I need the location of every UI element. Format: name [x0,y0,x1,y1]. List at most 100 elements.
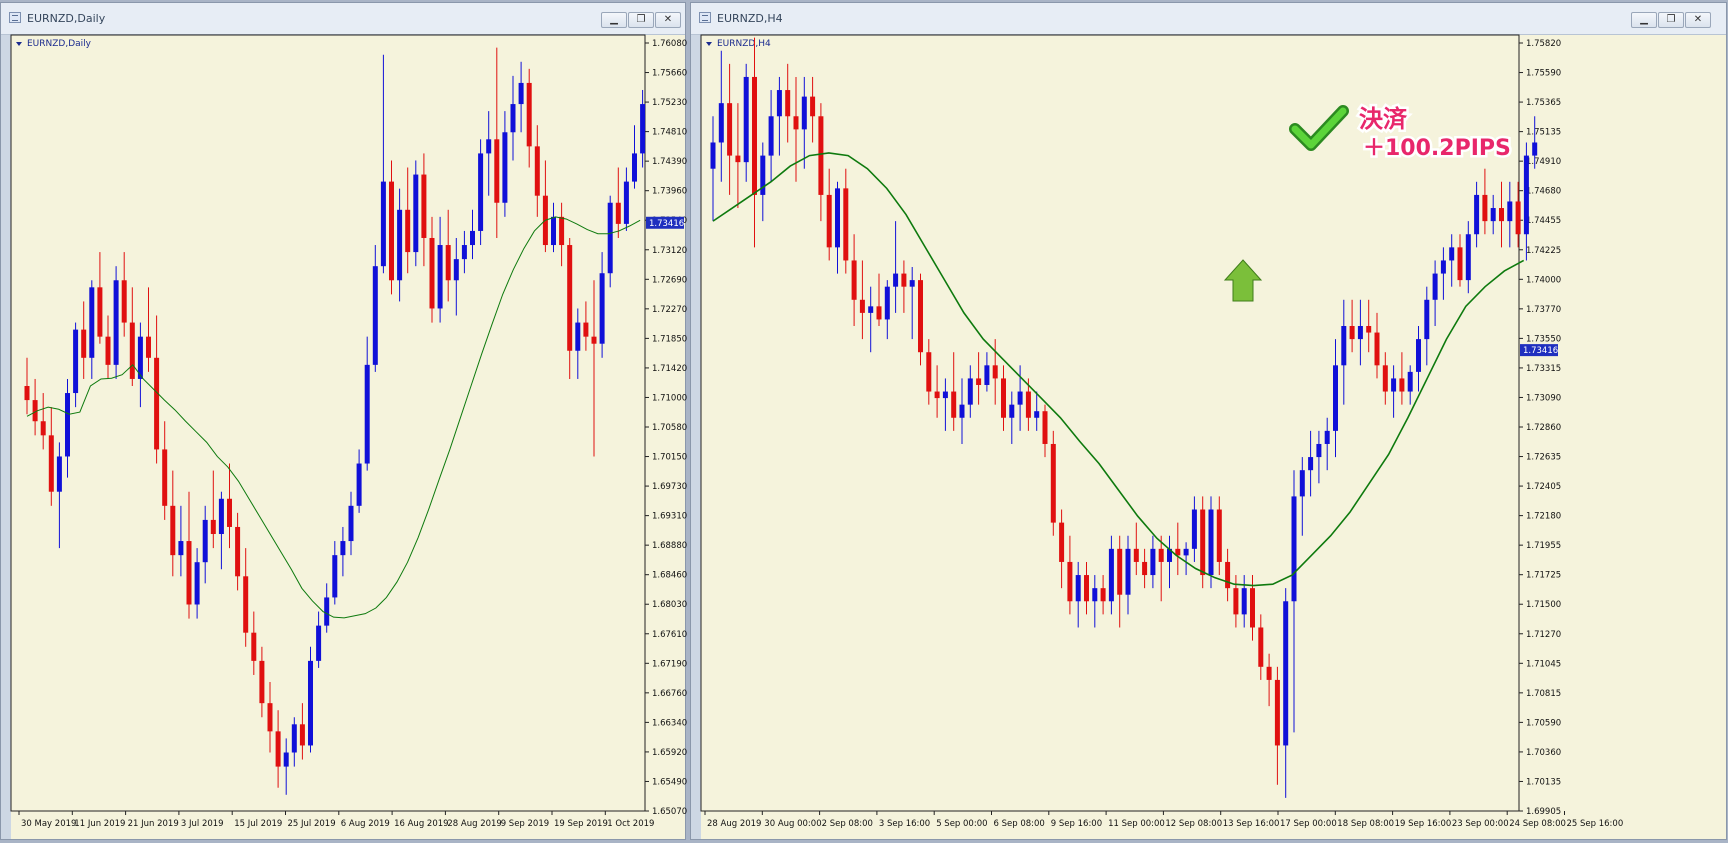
candle-body [1042,411,1048,444]
candle-body [146,336,151,358]
candle-body [951,391,957,418]
candle-body [1075,575,1081,602]
y-tick-label: 1.66340 [652,718,687,728]
candle-body [1059,522,1065,562]
candle-body [909,280,915,287]
candle-body [868,306,874,313]
y-tick-label: 1.68030 [652,600,687,610]
y-tick-label: 1.70815 [1526,689,1561,699]
y-tick-label: 1.70580 [652,423,687,433]
candle-body [768,116,774,156]
y-tick-label: 1.65070 [652,807,687,817]
y-tick-label: 1.68460 [652,571,687,581]
candle-body [186,541,192,605]
candle-body [1316,443,1322,458]
candle-body [56,456,62,492]
candle-body [818,116,824,195]
candle-body [1416,339,1421,372]
x-tick-label: 1 Oct 2019 [607,819,654,829]
candle-body [591,336,597,344]
candle-body [340,541,346,556]
x-tick-label: 18 Sep 08:00 [1337,819,1394,829]
candle-body [121,280,127,323]
candle-body [97,287,103,337]
plot-background [11,35,645,811]
candle-body [1067,561,1073,602]
candle-body [1158,548,1164,562]
y-tick-label: 1.71955 [1526,541,1561,551]
candle-body [243,576,249,633]
y-tick-label: 1.71850 [652,334,687,344]
y-tick-label: 1.73315 [1526,364,1561,374]
candle-body [926,352,932,392]
y-tick-label: 1.75135 [1526,128,1561,138]
y-tick-label: 1.70590 [1526,718,1561,728]
candle-body [893,273,899,287]
candle-body [1291,496,1297,602]
chart-area-daily[interactable]: EURNZD,Daily 1.76080 1.75660 1.75230 1.74810… [1,3,687,841]
candle-body [851,260,857,300]
y-tick-label: 1.67610 [652,630,687,640]
x-tick-label: 25 Jul 2019 [288,819,336,829]
window-daily: EURNZD,Daily ▁ ❐ ✕ EURNZD,Daily 1.76080 1.… [0,2,687,841]
candle-body [178,541,184,556]
candle-body [502,132,508,203]
candle-body [1490,208,1496,222]
candle-body [1034,411,1040,418]
x-tick-label: 30 Aug 00:00 [764,819,821,829]
annotation-pips: ＋100.2PIPS [1363,136,1511,161]
candle-body [1208,509,1214,576]
candle-body [445,245,451,281]
candle-body [526,82,532,147]
x-tick-label: 19 Sep 16:00 [1395,819,1452,829]
candle-body [1482,194,1488,222]
candle-body [1374,332,1380,366]
x-tick-label: 23 Sep 00:00 [1452,819,1509,829]
y-tick-label: 1.66760 [652,689,687,699]
y-tick-label: 1.70360 [1526,748,1561,758]
y-tick-label: 1.73120 [652,246,687,256]
candle-body [640,104,646,154]
x-tick-label: 17 Sep 00:00 [1280,819,1337,829]
candle-body [1349,326,1355,340]
candle-body [835,188,840,248]
candle-body [283,752,289,767]
candle-body [348,505,354,542]
candle-body [356,463,362,506]
candle-body [1391,378,1397,392]
y-tick-label: 1.71000 [652,393,687,403]
candle-body [1407,371,1413,392]
y-tick-label: 1.72635 [1526,453,1561,463]
y-tick-label: 1.65490 [652,777,687,787]
x-tick-label: 25 Sep 16:00 [1567,819,1624,829]
y-tick-label: 1.69905 [1526,807,1561,817]
x-tick-label: 24 Sep 08:00 [1509,819,1566,829]
y-tick-label: 1.73960 [652,187,687,197]
candle-body [876,306,882,320]
candle-body [380,181,386,267]
y-tick-label: 1.70135 [1526,777,1561,787]
candle-body [1233,588,1239,615]
candle-body [478,153,484,231]
candle-body [743,76,749,163]
chart-area-h4[interactable]: EURNZD,H4 1.75820 1.75590 1.75365 1.75135 1.7… [691,3,1728,841]
candle-body [1133,548,1139,562]
current-price-label: 1.73416 [649,219,684,229]
y-tick-label: 1.75660 [652,69,687,79]
candle-body [299,724,305,746]
candle-body [1532,142,1538,156]
candle-body [486,139,492,154]
candle-body [372,266,378,365]
candle-body [1274,679,1280,746]
candle-body [1333,365,1338,431]
candle-body [421,174,427,238]
candle-body [1250,588,1255,628]
y-tick-label: 1.72690 [652,275,687,285]
candle-body [1341,326,1347,366]
candle-body [859,299,865,313]
candle-body [1357,326,1363,340]
candle-body [1457,247,1463,281]
candle-body [984,365,990,385]
x-tick-label: 2 Sep 08:00 [822,819,873,829]
candle-body [1507,201,1513,222]
